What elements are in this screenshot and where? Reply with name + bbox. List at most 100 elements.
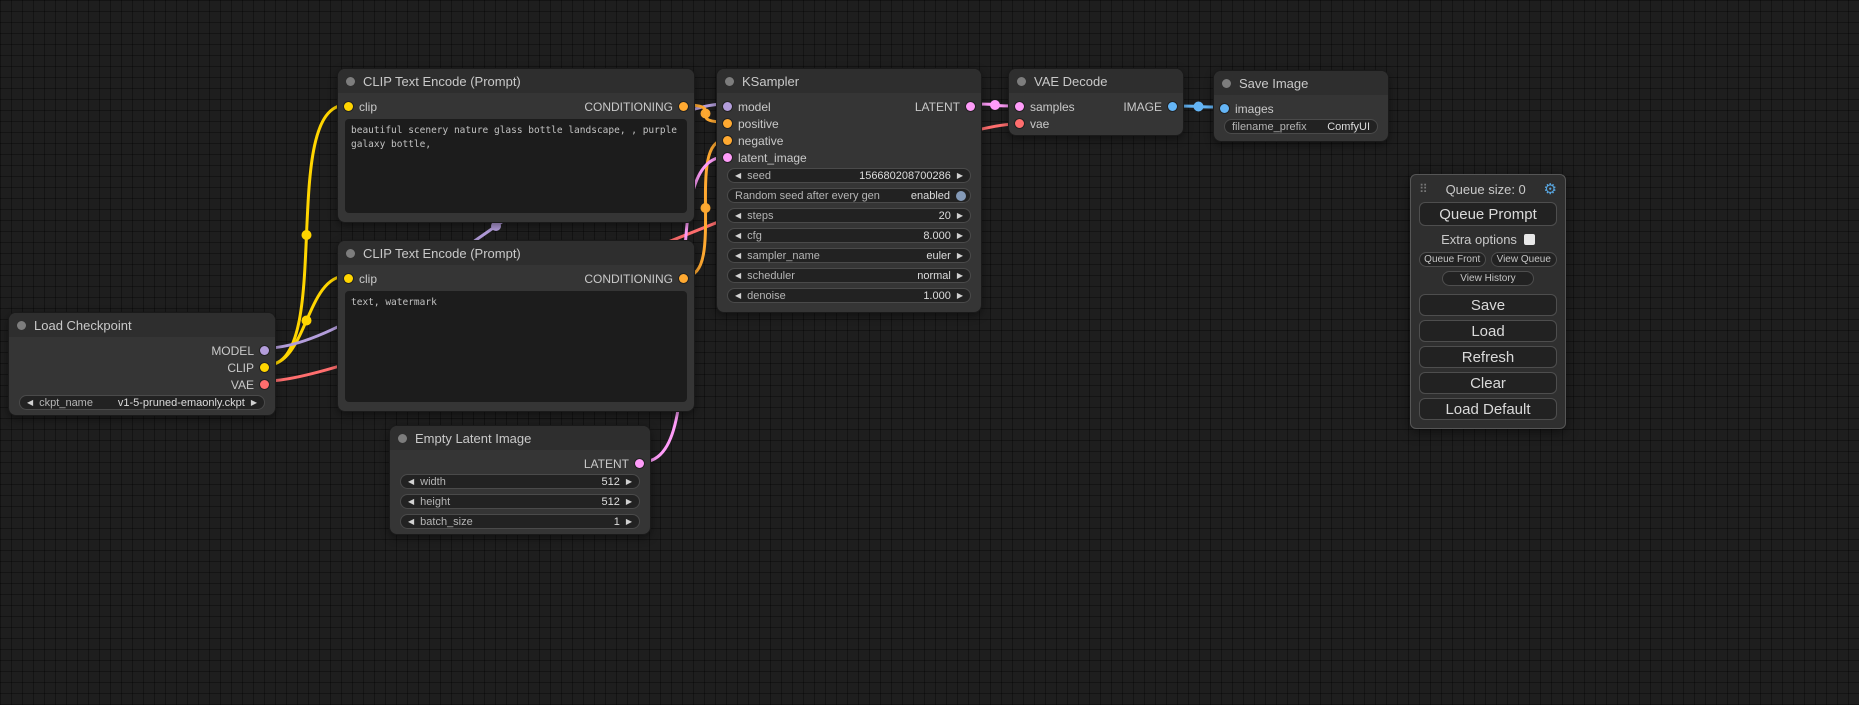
output-pin-conditioning[interactable]: CONDITIONING [584,272,688,286]
image-pin-dot[interactable] [1168,102,1177,111]
increment-arrow-icon[interactable]: ▶ [251,399,257,407]
negative-prompt-input[interactable]: text, watermark [345,291,687,402]
decrement-arrow-icon[interactable]: ◀ [408,518,414,526]
random-seed-toggle-widget[interactable]: Random seed after every gen enabled [727,188,971,203]
collapse-dot-icon[interactable] [398,434,407,443]
input-pin-clip[interactable]: clip [344,100,377,114]
view-history-button[interactable]: View History [1442,271,1534,286]
positive-prompt-input[interactable]: beautiful scenery nature glass bottle la… [345,119,687,213]
increment-arrow-icon[interactable]: ▶ [626,498,632,506]
decrement-arrow-icon[interactable]: ◀ [408,478,414,486]
input-pin-samples[interactable]: samples [1015,100,1075,114]
cfg-widget[interactable]: ◀ cfg 8.000 ▶ [727,228,971,243]
node-title-bar[interactable]: VAE Decode [1009,69,1183,93]
image-pin-dot[interactable] [1220,104,1229,113]
toggle-knob-icon[interactable] [956,191,966,201]
model-pin-dot[interactable] [723,102,732,111]
conditioning-pin-dot[interactable] [723,136,732,145]
drag-handle-icon[interactable]: ⠿ [1419,182,1428,196]
sampler-name-widget[interactable]: ◀ sampler_name euler ▶ [727,248,971,263]
node-save-image[interactable]: Save Image images filename_prefix ComfyU… [1213,70,1389,142]
settings-gear-icon[interactable]: ⚙ [1544,180,1557,198]
scheduler-widget[interactable]: ◀ scheduler normal ▶ [727,268,971,283]
height-widget[interactable]: ◀ height 512 ▶ [400,494,640,509]
increment-arrow-icon[interactable]: ▶ [957,272,963,280]
conditioning-pin-dot[interactable] [723,119,732,128]
decrement-arrow-icon[interactable]: ◀ [735,212,741,220]
save-button[interactable]: Save [1419,294,1557,316]
node-title-bar[interactable]: Empty Latent Image [390,426,650,450]
latent-pin-dot[interactable] [1015,102,1024,111]
decrement-arrow-icon[interactable]: ◀ [27,399,33,407]
output-pin-clip[interactable]: CLIP [227,361,269,375]
output-pin-conditioning[interactable]: CONDITIONING [584,100,688,114]
decrement-arrow-icon[interactable]: ◀ [735,292,741,300]
node-title-bar[interactable]: CLIP Text Encode (Prompt) [338,69,694,93]
input-pin-negative[interactable]: negative [723,134,783,148]
decrement-arrow-icon[interactable]: ◀ [408,498,414,506]
output-pin-latent[interactable]: LATENT [584,457,644,471]
input-pin-model[interactable]: model [723,100,771,114]
increment-arrow-icon[interactable]: ▶ [626,478,632,486]
decrement-arrow-icon[interactable]: ◀ [735,232,741,240]
clip-pin-dot[interactable] [344,274,353,283]
input-pin-clip[interactable]: clip [344,272,377,286]
filename-prefix-widget[interactable]: filename_prefix ComfyUI [1224,119,1378,134]
batch-size-widget[interactable]: ◀ batch_size 1 ▶ [400,514,640,529]
refresh-button[interactable]: Refresh [1419,346,1557,368]
queue-front-button[interactable]: Queue Front [1419,252,1486,267]
collapse-dot-icon[interactable] [1222,79,1231,88]
node-clip-text-encode-negative[interactable]: CLIP Text Encode (Prompt) clip CONDITION… [337,240,695,412]
node-load-checkpoint[interactable]: Load Checkpoint MODEL CLIP VAE [8,312,276,416]
node-title-bar[interactable]: Save Image [1214,71,1388,95]
increment-arrow-icon[interactable]: ▶ [957,212,963,220]
clip-pin-dot[interactable] [344,102,353,111]
decrement-arrow-icon[interactable]: ◀ [735,272,741,280]
node-title-bar[interactable]: Load Checkpoint [9,313,275,337]
collapse-dot-icon[interactable] [1017,77,1026,86]
decrement-arrow-icon[interactable]: ◀ [735,172,741,180]
increment-arrow-icon[interactable]: ▶ [957,292,963,300]
vae-pin-dot[interactable] [1015,119,1024,128]
latent-pin-dot[interactable] [635,459,644,468]
load-button[interactable]: Load [1419,320,1557,342]
increment-arrow-icon[interactable]: ▶ [626,518,632,526]
output-pin-vae[interactable]: VAE [231,378,269,392]
clear-button[interactable]: Clear [1419,372,1557,394]
clip-pin-dot[interactable] [260,363,269,372]
load-default-button[interactable]: Load Default [1419,398,1557,420]
vae-pin-dot[interactable] [260,380,269,389]
collapse-dot-icon[interactable] [725,77,734,86]
latent-pin-dot[interactable] [723,153,732,162]
node-ksampler[interactable]: KSampler model LATENT positive [716,68,982,313]
increment-arrow-icon[interactable]: ▶ [957,172,963,180]
latent-pin-dot[interactable] [966,102,975,111]
ckpt-name-widget[interactable]: ◀ ckpt_name v1-5-pruned-emaonly.ckpt ▶ [19,395,265,410]
output-pin-latent[interactable]: LATENT [915,100,975,114]
model-pin-dot[interactable] [260,346,269,355]
conditioning-pin-dot[interactable] [679,274,688,283]
collapse-dot-icon[interactable] [346,249,355,258]
input-pin-images[interactable]: images [1220,102,1274,116]
decrement-arrow-icon[interactable]: ◀ [735,252,741,260]
increment-arrow-icon[interactable]: ▶ [957,252,963,260]
conditioning-pin-dot[interactable] [679,102,688,111]
increment-arrow-icon[interactable]: ▶ [957,232,963,240]
output-pin-model[interactable]: MODEL [211,344,269,358]
node-vae-decode[interactable]: VAE Decode samples IMAGE vae [1008,68,1184,136]
width-widget[interactable]: ◀ width 512 ▶ [400,474,640,489]
node-empty-latent-image[interactable]: Empty Latent Image LATENT ◀ width 512 ▶ … [389,425,651,535]
view-queue-button[interactable]: View Queue [1491,252,1558,267]
node-title-bar[interactable]: CLIP Text Encode (Prompt) [338,241,694,265]
collapse-dot-icon[interactable] [346,77,355,86]
input-pin-latent-image[interactable]: latent_image [723,151,807,165]
output-pin-image[interactable]: IMAGE [1123,100,1177,114]
input-pin-positive[interactable]: positive [723,117,779,131]
denoise-widget[interactable]: ◀ denoise 1.000 ▶ [727,288,971,303]
extra-options-checkbox[interactable] [1524,234,1535,245]
steps-widget[interactable]: ◀ steps 20 ▶ [727,208,971,223]
input-pin-vae[interactable]: vae [1015,117,1049,131]
queue-prompt-button[interactable]: Queue Prompt [1419,202,1557,226]
node-title-bar[interactable]: KSampler [717,69,981,93]
seed-widget[interactable]: ◀ seed 156680208700286 ▶ [727,168,971,183]
